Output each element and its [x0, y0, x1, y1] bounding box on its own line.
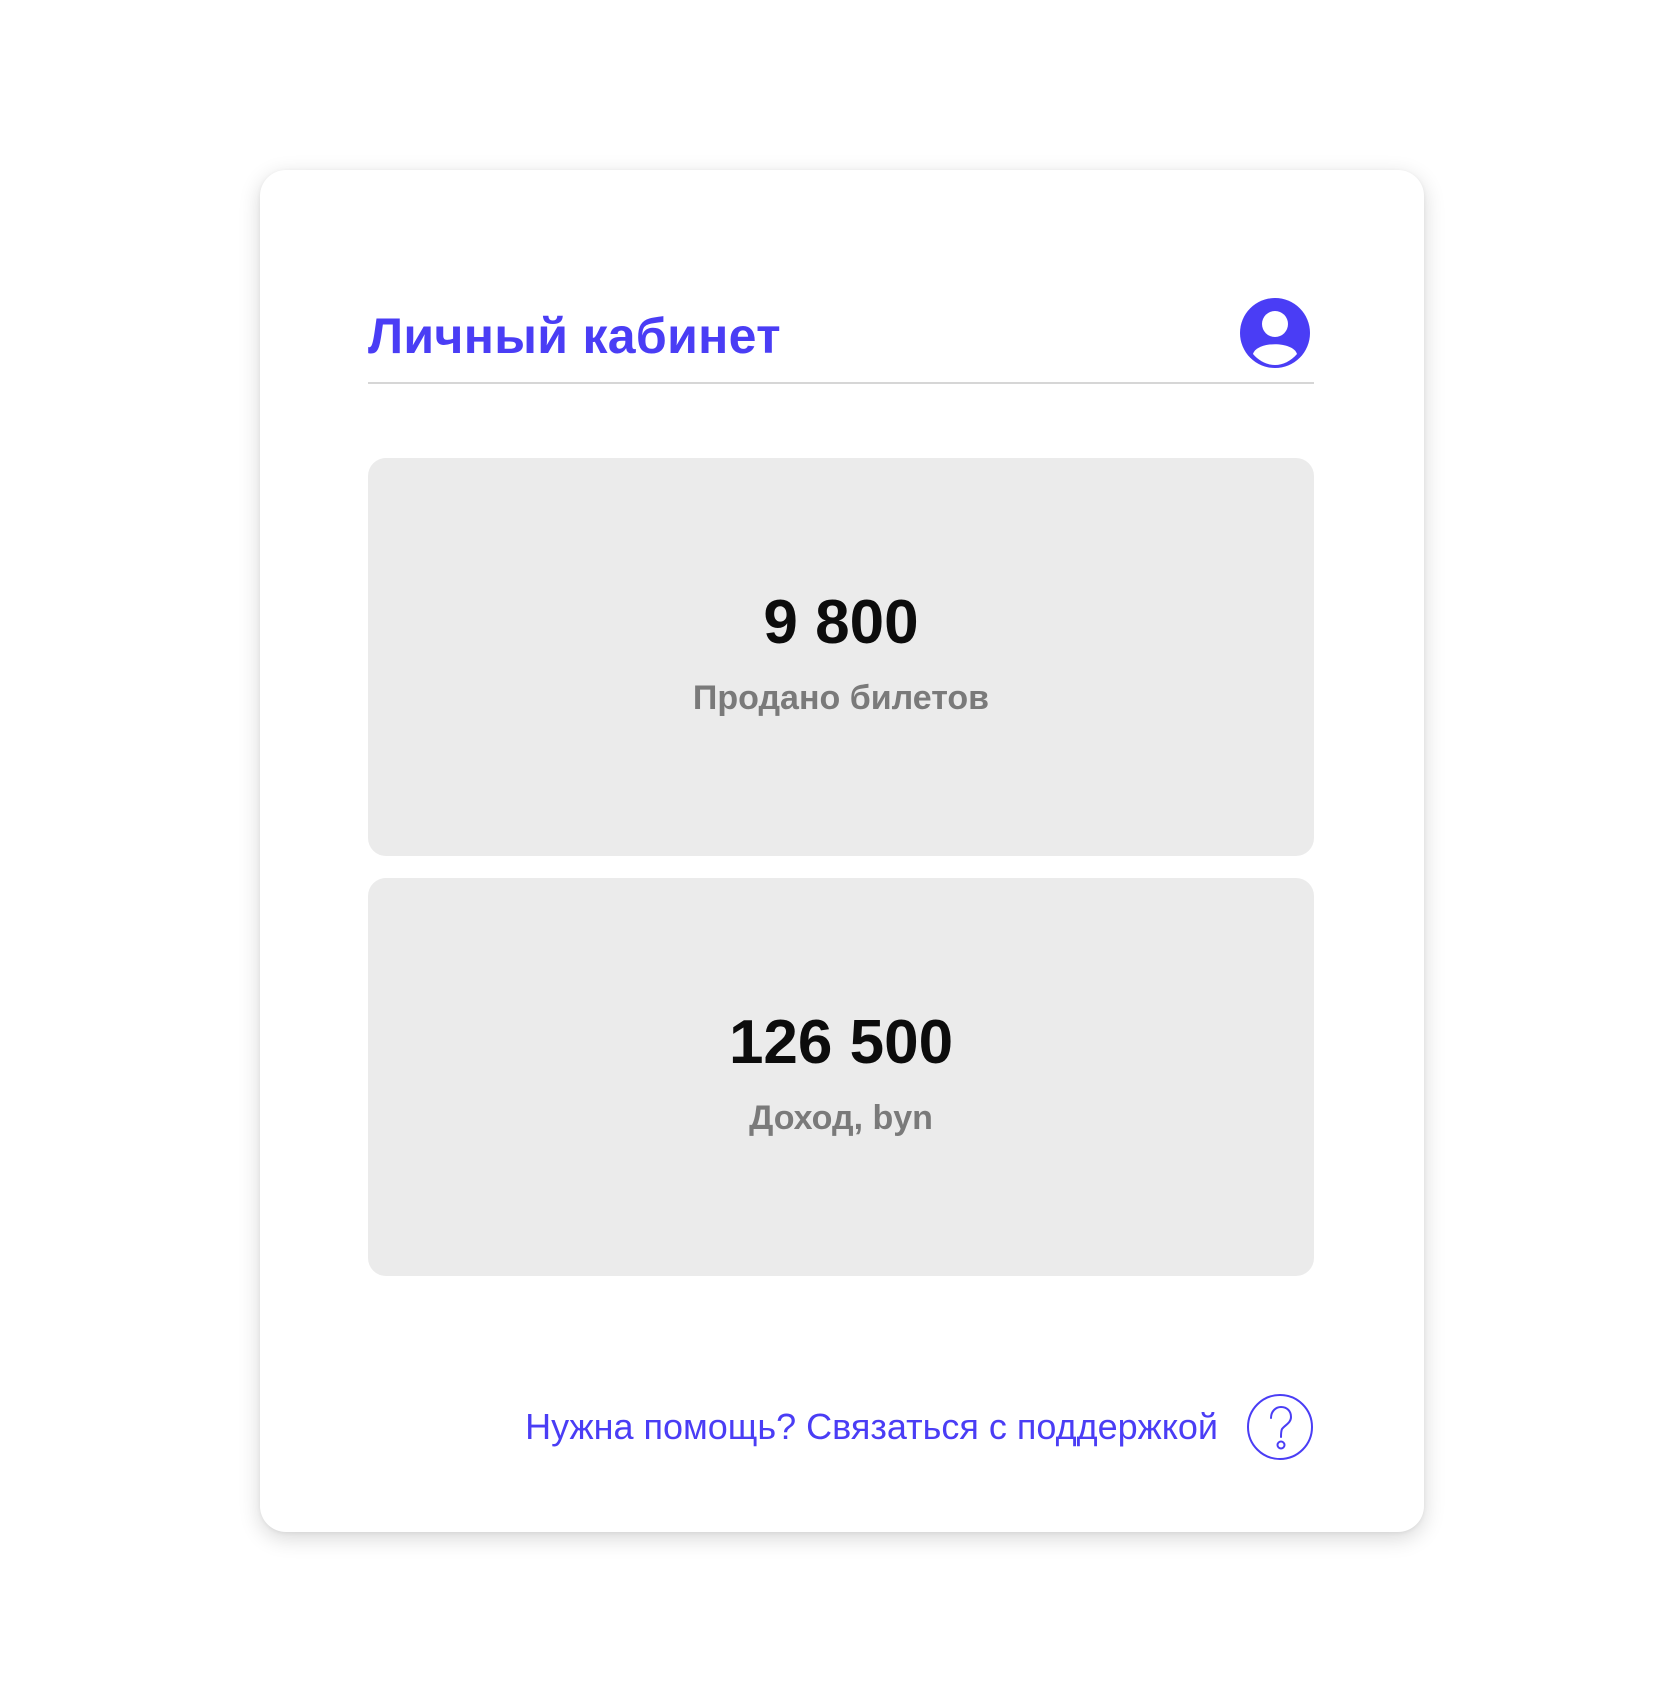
user-circle-icon — [1240, 298, 1310, 368]
stat-card-tickets: 9 800 Продано билетов — [368, 458, 1314, 856]
question-circle-icon[interactable] — [1246, 1393, 1314, 1461]
support-link[interactable]: Нужна помощь? Связаться с поддержкой — [525, 1392, 1314, 1462]
stat-value: 126 500 — [728, 1008, 954, 1077]
stat-card-income: 126 500 Доход, byn — [368, 878, 1314, 1276]
dashboard-card: Личный кабинет 9 800 Продано билетов 126… — [260, 170, 1424, 1532]
stat-value: 9 800 — [763, 588, 919, 657]
profile-button[interactable] — [1240, 298, 1310, 368]
page-title: Личный кабинет — [368, 308, 781, 364]
stat-label: Продано билетов — [692, 679, 990, 717]
stat-label: Доход, byn — [749, 1099, 933, 1137]
card-header: Личный кабинет — [368, 298, 1314, 384]
support-link-text[interactable]: Нужна помощь? Связаться с поддержкой — [525, 1405, 1218, 1449]
